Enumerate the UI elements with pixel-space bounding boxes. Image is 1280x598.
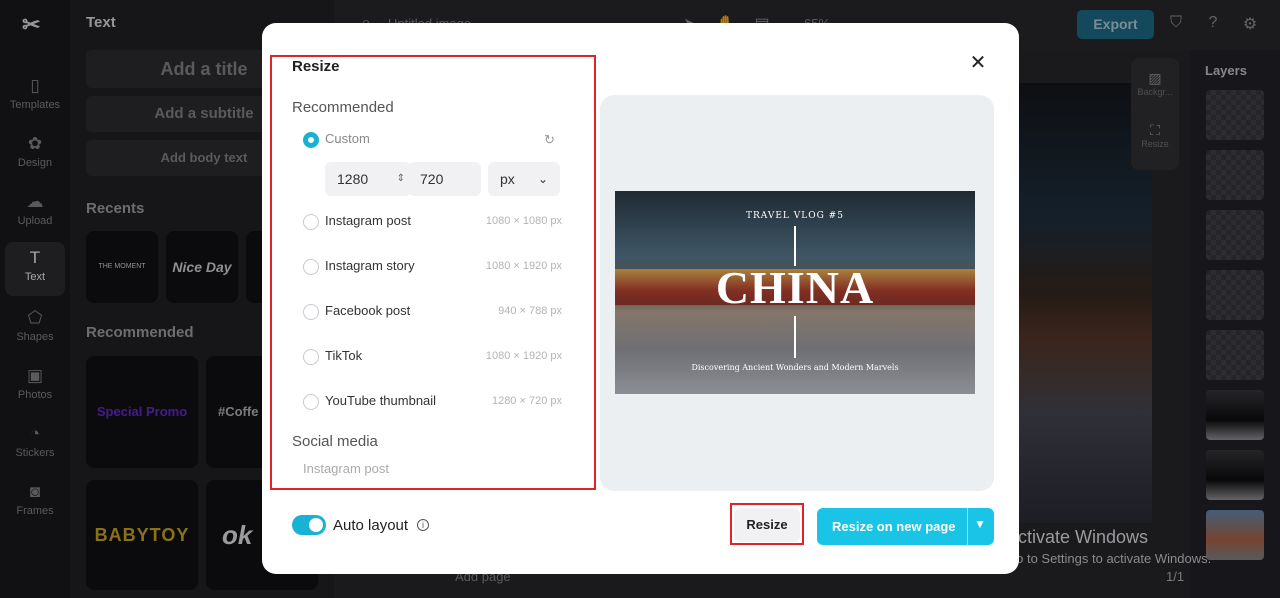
- preview-kicker: TRAVEL VLOG #5: [746, 211, 844, 221]
- activate-windows-title: Activate Windows: [1006, 527, 1149, 547]
- option-label[interactable]: Facebook post: [325, 303, 410, 318]
- unit-select[interactable]: px ⌄: [488, 162, 560, 196]
- social-option-label[interactable]: Instagram post: [303, 461, 389, 476]
- option-size: 1080 × 1920 px: [485, 260, 562, 272]
- option-size: 1080 × 1920 px: [485, 350, 562, 362]
- option-label[interactable]: Instagram story: [325, 258, 415, 273]
- option-radio[interactable]: [303, 349, 319, 365]
- auto-layout-label: Auto layout: [333, 517, 409, 534]
- preview-line-bottom: [794, 316, 796, 358]
- social-media-heading: Social media: [292, 433, 378, 450]
- width-input[interactable]: 1280 ⇕: [325, 162, 411, 196]
- height-input[interactable]: 720: [408, 162, 481, 196]
- custom-label: Custom: [325, 131, 370, 146]
- option-label[interactable]: YouTube thumbnail: [325, 393, 436, 408]
- reset-icon[interactable]: ↻: [544, 132, 558, 147]
- resize-modal: ✕ Resize Recommended Custom ↻ 1280 ⇕ 720 …: [262, 23, 1019, 574]
- auto-layout-toggle[interactable]: [292, 515, 326, 535]
- preview-panel: TRAVEL VLOG #5 CHINA Discovering Ancient…: [600, 95, 994, 491]
- option-label[interactable]: Instagram post: [325, 213, 411, 228]
- option-radio[interactable]: [303, 259, 319, 275]
- preview-caption: Discovering Ancient Wonders and Modern M…: [691, 363, 899, 372]
- close-icon[interactable]: ✕: [968, 53, 988, 73]
- highlight-box-options: [270, 55, 596, 490]
- recommended-heading: Recommended: [292, 99, 394, 116]
- option-radio[interactable]: [303, 304, 319, 320]
- stepper-icon[interactable]: ⇕: [397, 162, 405, 196]
- option-size: 1280 × 720 px: [491, 395, 562, 407]
- preview-headline: CHINA: [715, 262, 875, 313]
- preview-image: TRAVEL VLOG #5 CHINA Discovering Ancient…: [615, 191, 975, 394]
- activate-windows-subtitle: Go to Settings to activate Windows.: [1006, 551, 1212, 566]
- resize-on-new-page-button[interactable]: Resize on new page ▼: [817, 508, 994, 545]
- info-icon[interactable]: i: [417, 519, 429, 531]
- option-radio[interactable]: [303, 214, 319, 230]
- option-radio[interactable]: [303, 394, 319, 410]
- preview-line-top: [794, 226, 796, 266]
- option-size: 940 × 788 px: [498, 305, 562, 317]
- chevron-down-icon[interactable]: ▼: [974, 517, 986, 531]
- button-divider: [967, 508, 968, 545]
- highlight-box-resize: [730, 503, 804, 545]
- option-label[interactable]: TikTok: [325, 348, 362, 363]
- custom-radio[interactable]: [303, 132, 319, 148]
- modal-title: Resize: [292, 58, 340, 75]
- chevron-down-icon: ⌄: [537, 172, 548, 186]
- option-size: 1080 × 1080 px: [485, 215, 562, 227]
